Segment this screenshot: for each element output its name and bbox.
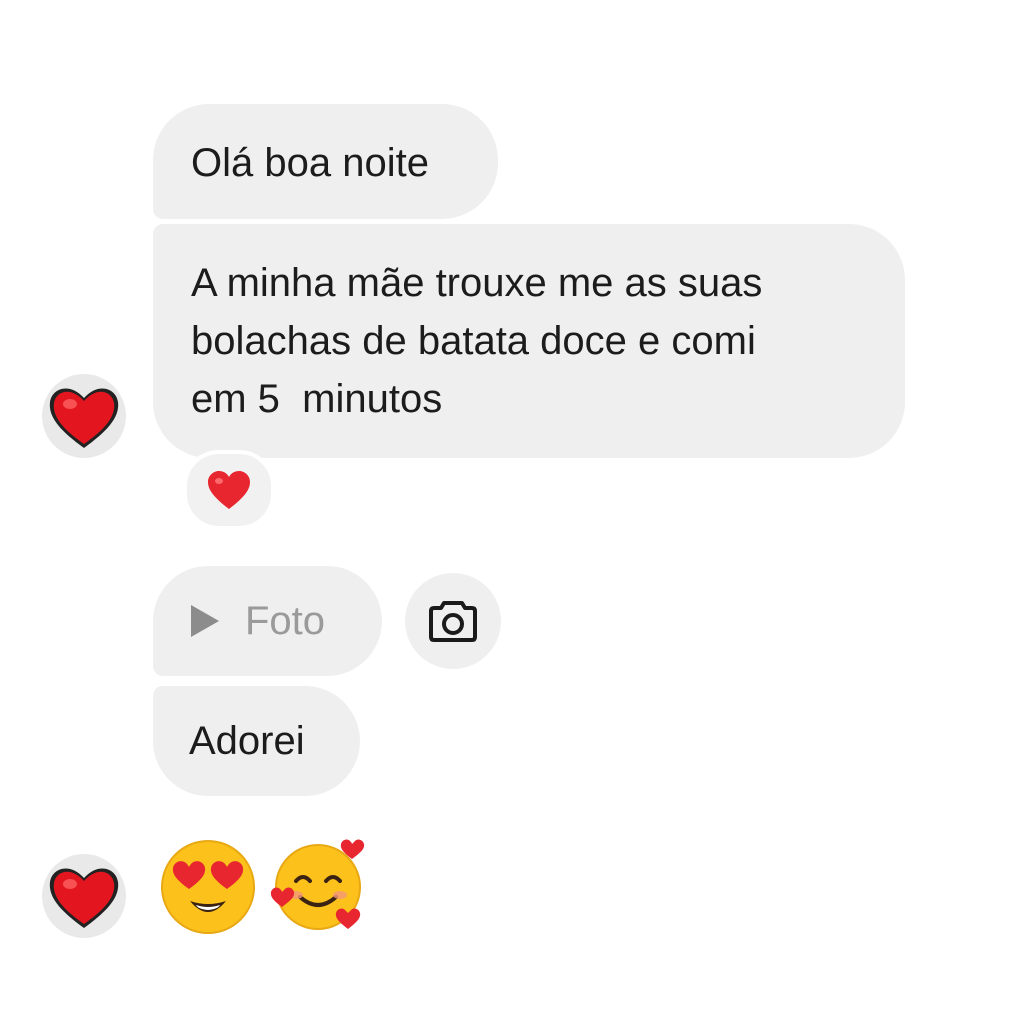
heart-icon	[42, 374, 126, 458]
media-message-bubble[interactable]: Foto	[153, 566, 382, 676]
sender-avatar[interactable]	[42, 374, 126, 458]
heart-eyes-emoji[interactable]	[158, 837, 258, 937]
message-text-line: bolachas de batata doce e comi	[191, 319, 756, 363]
camera-icon	[429, 601, 477, 642]
message-text-line: em 5 minutos	[191, 377, 443, 421]
message-text-line: A minha mãe trouxe me as suas	[191, 261, 763, 305]
smiling-hearts-emoji[interactable]	[268, 833, 368, 933]
message-bubble[interactable]: Adorei	[153, 686, 360, 796]
message-bubble[interactable]: A minha mãe trouxe me as suas bolachas d…	[153, 224, 905, 458]
smiling-face-with-heart-eyes-icon	[161, 840, 255, 934]
red-heart-icon	[208, 471, 250, 509]
media-label: Foto	[245, 599, 326, 643]
message-bubble[interactable]: Olá boa noite	[153, 104, 498, 219]
camera-button[interactable]	[405, 573, 501, 669]
heart-icon	[42, 854, 126, 938]
message-reaction[interactable]	[183, 450, 275, 530]
sender-avatar[interactable]	[42, 854, 126, 938]
play-icon	[191, 605, 219, 637]
message-text: Adorei	[189, 719, 305, 763]
smiling-face-with-hearts-icon	[270, 839, 365, 930]
message-text: Olá boa noite	[191, 141, 429, 185]
